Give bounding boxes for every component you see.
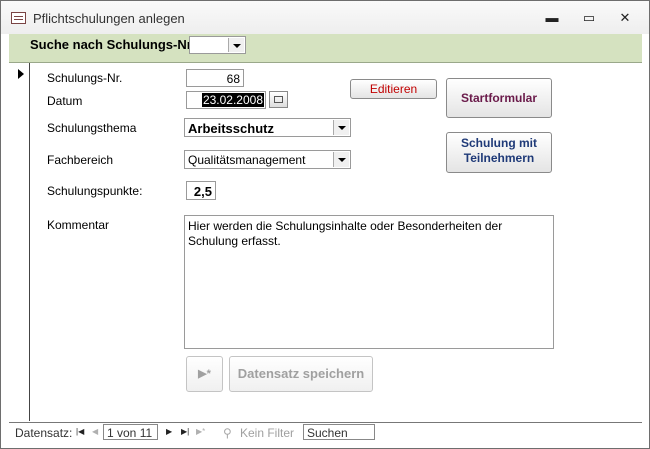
thema-value: Arbeitsschutz <box>188 121 274 136</box>
schulung-teilnehmer-button[interactable]: Schulung mit Teilnehmern <box>446 132 552 173</box>
search-field[interactable]: Suchen <box>303 424 375 440</box>
schulungsnr-field[interactable]: 68 <box>186 69 244 87</box>
thema-label: Schulungsthema <box>47 121 137 135</box>
chevron-down-icon[interactable] <box>228 38 244 52</box>
fachbereich-value: Qualitätsmanagement <box>188 153 306 167</box>
chevron-down-icon[interactable] <box>333 152 349 167</box>
fachbereich-combo[interactable]: Qualitätsmanagement <box>184 150 351 169</box>
minimize-button[interactable]: ▬ <box>537 7 567 29</box>
search-combo[interactable] <box>189 36 246 54</box>
new-record-button[interactable]: ▶* <box>186 356 223 392</box>
filter-icon[interactable]: ⚲ <box>223 426 232 440</box>
punkte-label: Schulungspunkte: <box>47 184 143 198</box>
punkte-value: 2,5 <box>193 184 212 199</box>
schulungsnr-value: 68 <box>226 72 240 86</box>
search-label: Suche nach Schulungs-Nr. <box>30 37 195 52</box>
record-selector[interactable] <box>9 63 30 421</box>
form-icon <box>11 12 26 24</box>
schulung-button-line2: Teilnehmern <box>463 151 535 165</box>
last-record-icon[interactable]: ▶| <box>181 427 189 436</box>
previous-record-icon[interactable]: ◀ <box>92 427 98 436</box>
title-bar: Pflichtschulungen anlegen ▬ ▭ ✕ <box>1 1 649 34</box>
form-window: Pflichtschulungen anlegen ▬ ▭ ✕ Suche na… <box>0 0 650 449</box>
calendar-icon[interactable] <box>269 91 288 108</box>
record-position-field[interactable]: 1 von 11 <box>103 424 158 440</box>
datum-label: Datum <box>47 94 83 108</box>
window-title: Pflichtschulungen anlegen <box>33 11 185 26</box>
schulung-button-line1: Schulung mit <box>461 136 537 150</box>
kommentar-value: Hier werden die Schulungsinhalte oder Be… <box>188 219 503 248</box>
schulungsnr-label: Schulungs-Nr. <box>47 71 123 85</box>
datum-field[interactable]: 23.02.2008 <box>186 91 266 109</box>
search-field-text: Suchen <box>307 426 348 440</box>
punkte-field[interactable]: 2,5 <box>186 181 216 200</box>
fachbereich-label: Fachbereich <box>47 153 114 167</box>
edit-button[interactable]: Editieren <box>350 79 437 99</box>
record-navigation-bar: Datensatz: |◀ ◀ 1 von 11 ▶ ▶| ▶* ⚲ Kein … <box>9 422 642 443</box>
record-position: 1 von 11 <box>107 426 153 440</box>
kommentar-label: Kommentar <box>47 218 110 232</box>
restore-button[interactable]: ▭ <box>574 7 604 29</box>
datum-value: 23.02.2008 <box>201 93 264 107</box>
current-record-icon <box>18 69 24 79</box>
thema-combo[interactable]: Arbeitsschutz <box>184 118 351 137</box>
filter-status[interactable]: Kein Filter <box>240 426 294 440</box>
kommentar-field[interactable]: Hier werden die Schulungsinhalte oder Be… <box>184 215 554 349</box>
save-record-button[interactable]: Datensatz speichern <box>229 356 373 392</box>
record-nav-label: Datensatz: <box>15 426 73 440</box>
chevron-down-icon[interactable] <box>333 120 349 135</box>
first-record-icon[interactable]: |◀ <box>76 427 84 436</box>
form-header: Suche nach Schulungs-Nr. <box>9 34 642 63</box>
close-button[interactable]: ✕ <box>610 7 640 29</box>
next-record-icon[interactable]: ▶ <box>166 427 172 436</box>
startformular-button[interactable]: Startformular <box>446 78 552 118</box>
new-record-nav-icon[interactable]: ▶* <box>196 427 205 436</box>
